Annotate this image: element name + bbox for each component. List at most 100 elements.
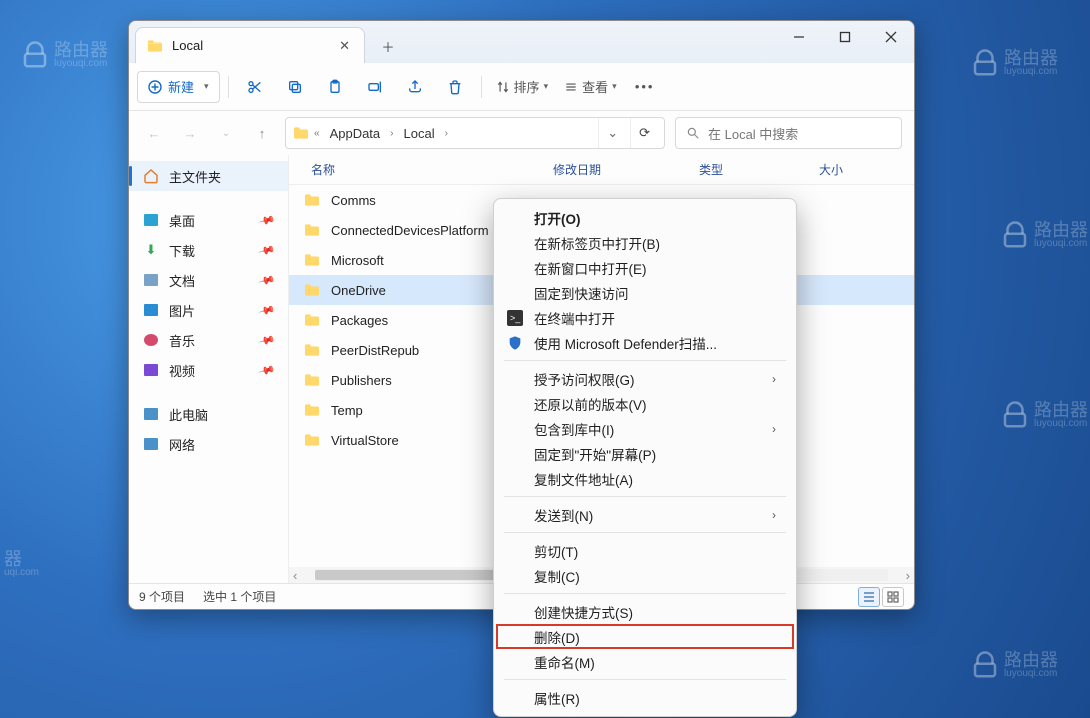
- menu-pin-start[interactable]: 固定到"开始"屏幕(P): [496, 441, 794, 466]
- pin-icon: 📌: [258, 361, 276, 379]
- address-bar[interactable]: « AppData › Local › ⌄ ⟳: [285, 117, 665, 149]
- sort-icon: [496, 80, 510, 94]
- submenu-arrow-icon: ›: [772, 422, 776, 436]
- column-name[interactable]: 名称: [303, 161, 545, 178]
- minimize-button[interactable]: [776, 21, 822, 53]
- menu-properties[interactable]: 属性(R): [496, 685, 794, 710]
- up-button[interactable]: ↑: [249, 120, 275, 146]
- close-button[interactable]: [868, 21, 914, 53]
- menu-open-new-window[interactable]: 在新窗口中打开(E): [496, 255, 794, 280]
- more-button[interactable]: •••: [627, 71, 663, 103]
- menu-cut[interactable]: 剪切(T): [496, 538, 794, 563]
- folder-name: Publishers: [331, 373, 392, 388]
- tab-close-button[interactable]: ✕: [335, 34, 354, 58]
- refresh-button[interactable]: ⟳: [630, 118, 658, 148]
- icons-view-button[interactable]: [882, 587, 904, 607]
- new-button[interactable]: 新建 ▾: [137, 71, 220, 103]
- menu-delete[interactable]: 删除(D): [496, 624, 794, 649]
- menu-copy-path[interactable]: 复制文件地址(A): [496, 466, 794, 491]
- menu-restore[interactable]: 还原以前的版本(V): [496, 391, 794, 416]
- column-headers: 名称 修改日期 类型 大小: [289, 155, 914, 185]
- recent-dropdown[interactable]: ⌄: [213, 120, 239, 146]
- menu-create-shortcut[interactable]: 创建快捷方式(S): [496, 599, 794, 624]
- column-type[interactable]: 类型: [691, 161, 811, 178]
- folder-icon: [146, 39, 164, 53]
- search-icon: [686, 126, 700, 140]
- folder-icon: [303, 253, 321, 267]
- pin-icon: 📌: [258, 211, 276, 229]
- status-selected: 选中 1 个项目: [203, 588, 276, 605]
- sidebar-item-documents[interactable]: 文档📌: [129, 265, 288, 295]
- scroll-thumb[interactable]: [315, 570, 521, 580]
- maximize-button[interactable]: [822, 21, 868, 53]
- rename-icon: [367, 79, 383, 95]
- copy-button[interactable]: [277, 71, 313, 103]
- folder-name: Comms: [331, 193, 376, 208]
- sidebar-item-network[interactable]: 网络: [129, 429, 288, 459]
- folder-name: Packages: [331, 313, 388, 328]
- tab-local[interactable]: Local ✕: [135, 27, 365, 63]
- share-icon: [407, 79, 423, 95]
- chevron-right-icon: ›: [445, 128, 448, 139]
- address-dropdown[interactable]: ⌄: [598, 118, 626, 148]
- back-button[interactable]: ←: [141, 120, 167, 146]
- sidebar-item-label: 主文件夹: [169, 167, 221, 186]
- sidebar-item-videos[interactable]: 视频📌: [129, 355, 288, 385]
- sort-button[interactable]: 排序 ▾: [490, 71, 555, 103]
- folder-name: Temp: [331, 403, 363, 418]
- chevron-down-icon: ▾: [612, 81, 617, 92]
- sidebar-item-home[interactable]: 主文件夹: [129, 161, 288, 191]
- tab-title: Local: [172, 38, 203, 53]
- folder-icon: [303, 343, 321, 357]
- column-date[interactable]: 修改日期: [545, 161, 691, 178]
- folder-icon: [292, 126, 310, 140]
- rename-button[interactable]: [357, 71, 393, 103]
- forward-button[interactable]: →: [177, 120, 203, 146]
- folder-icon: [303, 433, 321, 447]
- sidebar-item-thispc[interactable]: 此电脑: [129, 399, 288, 429]
- paste-button[interactable]: [317, 71, 353, 103]
- sidebar-item-label: 下载: [169, 241, 195, 260]
- sidebar-item-label: 桌面: [169, 211, 195, 230]
- menu-pin-quick[interactable]: 固定到快速访问: [496, 280, 794, 305]
- sidebar-item-label: 图片: [169, 301, 195, 320]
- share-button[interactable]: [397, 71, 433, 103]
- sidebar-item-music[interactable]: 音乐📌: [129, 325, 288, 355]
- copy-icon: [287, 79, 303, 95]
- sidebar-item-desktop[interactable]: 桌面 📌: [129, 205, 288, 235]
- folder-name: VirtualStore: [331, 433, 399, 448]
- menu-open[interactable]: 打开(O): [496, 205, 794, 230]
- sidebar-item-pictures[interactable]: 图片 📌: [129, 295, 288, 325]
- network-icon: [143, 436, 159, 452]
- delete-button[interactable]: [437, 71, 473, 103]
- sidebar-item-downloads[interactable]: ⬇下载📌: [129, 235, 288, 265]
- sidebar-item-label: 文档: [169, 271, 195, 290]
- menu-open-new-tab[interactable]: 在新标签页中打开(B): [496, 230, 794, 255]
- videos-icon: [143, 362, 159, 378]
- submenu-arrow-icon: ›: [772, 372, 776, 386]
- menu-include-library[interactable]: 包含到库中(I)›: [496, 416, 794, 441]
- details-view-button[interactable]: [858, 587, 880, 607]
- menu-grant-access[interactable]: 授予访问权限(G)›: [496, 366, 794, 391]
- menu-rename[interactable]: 重命名(M): [496, 649, 794, 674]
- menu-defender-scan[interactable]: 使用 Microsoft Defender扫描...: [496, 330, 794, 355]
- breadcrumb[interactable]: AppData: [324, 124, 387, 143]
- cut-button[interactable]: [237, 71, 273, 103]
- chevron-down-icon: ▾: [544, 81, 549, 92]
- pin-icon: 📌: [258, 331, 276, 349]
- search-input[interactable]: 在 Local 中搜索: [675, 117, 902, 149]
- menu-send-to[interactable]: 发送到(N)›: [496, 502, 794, 527]
- pin-icon: 📌: [258, 301, 276, 319]
- new-tab-button[interactable]: ＋: [371, 31, 405, 61]
- menu-copy[interactable]: 复制(C): [496, 563, 794, 588]
- list-view-icon: [564, 80, 578, 94]
- view-label: 查看: [582, 77, 608, 96]
- column-size[interactable]: 大小: [811, 161, 891, 178]
- menu-open-terminal[interactable]: >_在终端中打开: [496, 305, 794, 330]
- document-icon: [143, 272, 159, 288]
- search-placeholder: 在 Local 中搜索: [708, 124, 798, 143]
- breadcrumb[interactable]: Local: [398, 124, 441, 143]
- folder-name: Microsoft: [331, 253, 384, 268]
- view-button[interactable]: 查看 ▾: [558, 71, 623, 103]
- scroll-left-icon: ‹: [289, 568, 301, 583]
